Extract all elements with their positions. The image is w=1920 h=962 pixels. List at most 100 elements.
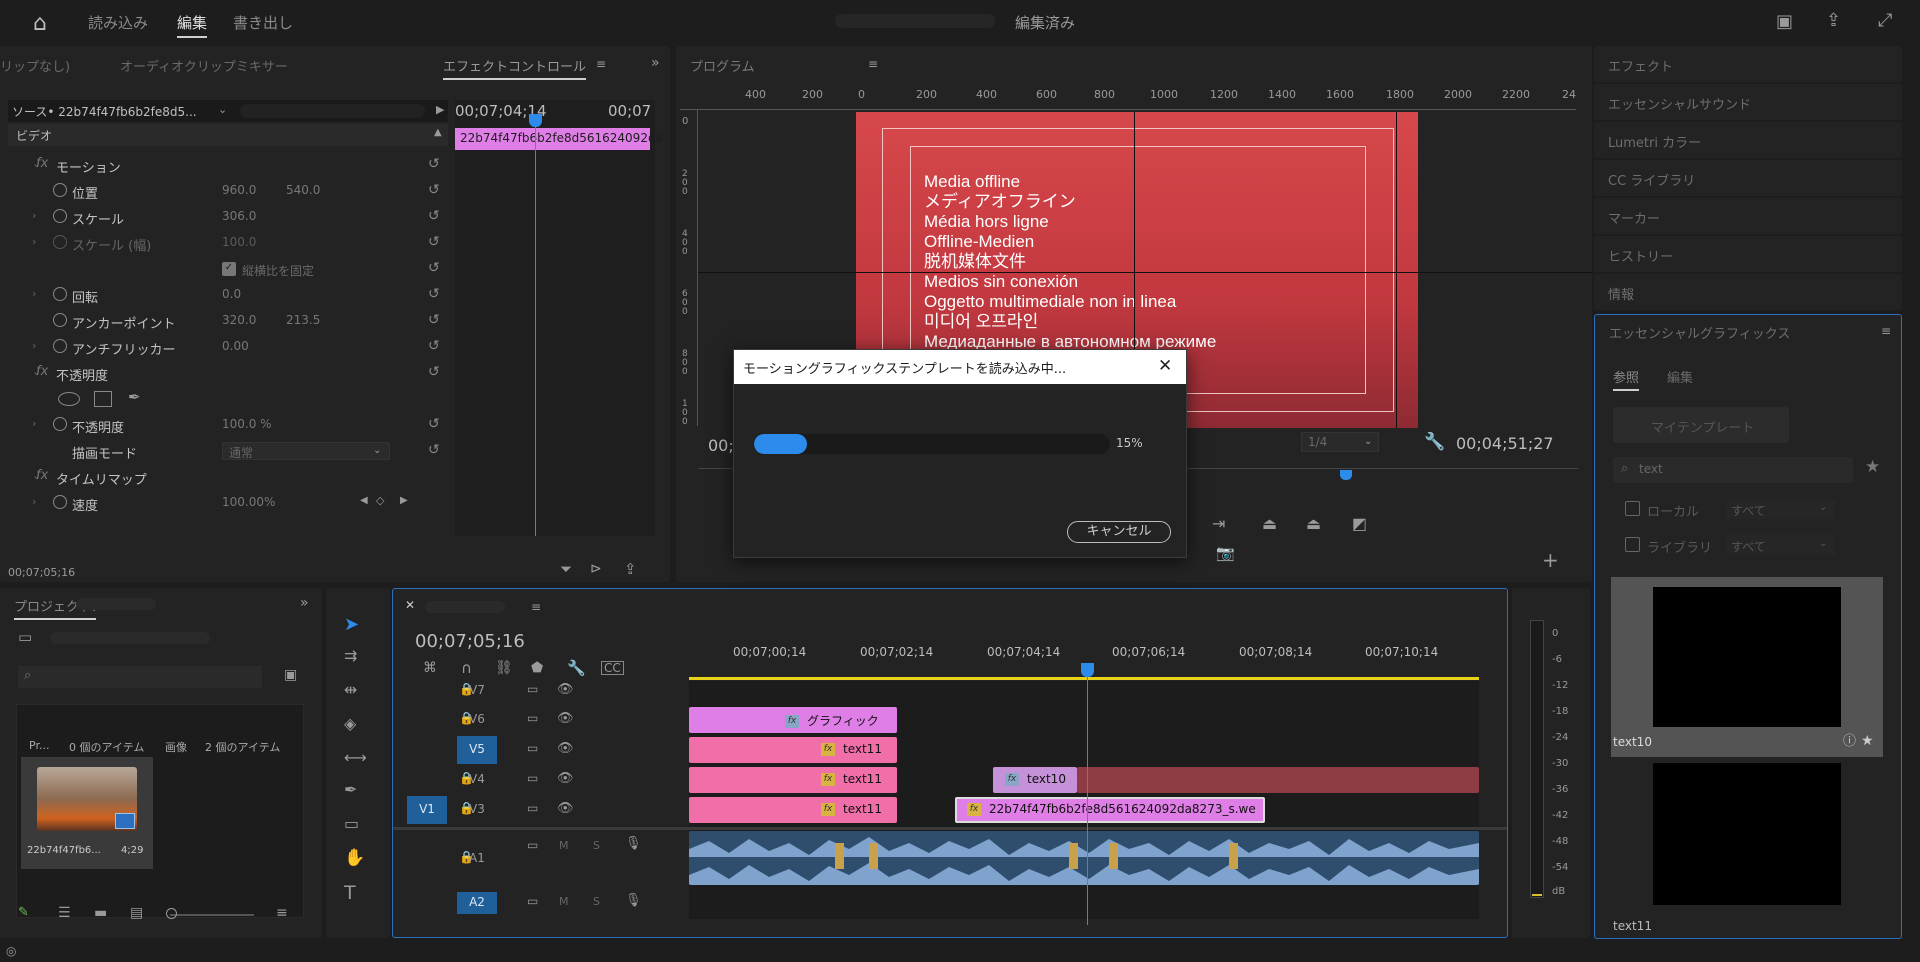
reset-icon[interactable]: ↺	[428, 416, 440, 432]
timeline-playhead-handle[interactable]	[1081, 663, 1094, 677]
speed-value[interactable]: 100.00%	[222, 495, 275, 509]
stopwatch-icon[interactable]	[53, 417, 67, 431]
solo-button[interactable]: S	[593, 839, 600, 852]
sync-icon[interactable]: ▭	[527, 742, 538, 754]
local-checkbox[interactable]	[1625, 501, 1640, 516]
local-filter-select[interactable]: すべて ⌄	[1727, 499, 1835, 519]
sync-icon[interactable]: ▭	[527, 772, 538, 784]
eye-icon[interactable]: 👁	[557, 712, 574, 725]
work-area-bar[interactable]	[689, 677, 1479, 680]
scrub-playhead[interactable]	[1340, 470, 1352, 480]
ruler-guide[interactable]	[1396, 112, 1397, 428]
ellipse-mask-icon[interactable]	[58, 392, 80, 406]
clip-text11[interactable]: fx text11	[689, 797, 897, 823]
anchor-y-value[interactable]: 213.5	[286, 313, 320, 327]
solo-button[interactable]: S	[593, 895, 600, 908]
razor-tool-icon[interactable]: ◈	[344, 716, 356, 732]
source-bar[interactable]: ソース• 22b74f47fb6b2fe8d5... ⌄ ▶	[8, 100, 448, 122]
panel-item-markers[interactable]: マーカー	[1594, 198, 1902, 234]
timeline-timecode[interactable]: 00;07;05;16	[415, 631, 525, 652]
chevron-down-icon[interactable]: ⌄	[218, 104, 227, 115]
star-icon[interactable]: ★	[1861, 734, 1874, 748]
eye-icon[interactable]: 👁	[557, 683, 574, 696]
panel-item-history[interactable]: ヒストリー	[1594, 236, 1902, 272]
play-clip-icon[interactable]: ▶	[436, 104, 444, 115]
sync-icon[interactable]: ▭	[527, 683, 538, 695]
timeline-settings-icon[interactable]: 🔧	[567, 661, 586, 676]
project-bin-area[interactable]: Pr... 0 個のアイテム 画像 2 個のアイテム 22b74f47fb6..…	[16, 704, 304, 918]
wrench-icon[interactable]: 🔧	[1424, 434, 1445, 451]
stopwatch-icon[interactable]	[53, 495, 67, 509]
cancel-button[interactable]: キャンセル	[1067, 521, 1171, 543]
clip-text10[interactable]: fx text10	[993, 767, 1077, 793]
reset-icon[interactable]: ↺	[428, 338, 440, 354]
transition-marker[interactable]	[1229, 843, 1238, 869]
feedback-icon[interactable]: ▣	[1776, 13, 1793, 31]
transition-marker[interactable]	[869, 843, 878, 869]
twirl-icon[interactable]: ›	[32, 339, 36, 352]
thumbnail-size-slider[interactable]	[170, 914, 254, 916]
stopwatch-icon[interactable]	[53, 339, 67, 353]
ripple-edit-tool-icon[interactable]: ⇹	[344, 682, 357, 698]
linked-selection-icon[interactable]: ⛓	[495, 661, 513, 675]
blend-select[interactable]: 通常 ⌄	[222, 442, 390, 460]
eye-icon[interactable]: 👁	[557, 742, 574, 755]
panel-item-cc-libraries[interactable]: CC ライブラリ	[1594, 160, 1902, 196]
panel-item-effects[interactable]: エフェクト	[1594, 46, 1902, 82]
anchor-x-value[interactable]: 320.0	[222, 313, 256, 327]
track-label[interactable]: V6	[469, 712, 485, 726]
prev-keyframe-icon[interactable]: ◀	[360, 496, 368, 506]
eye-icon[interactable]: 👁	[557, 772, 574, 785]
new-search-bin-icon[interactable]: ▣	[284, 668, 297, 682]
add-marker-icon[interactable]: ⬟	[531, 661, 543, 675]
panel-item-lumetri[interactable]: Lumetri カラー	[1594, 122, 1902, 158]
expand-panels-icon[interactable]: »	[300, 596, 309, 610]
stopwatch-icon[interactable]	[53, 209, 67, 223]
tab-export[interactable]: 書き出し	[233, 12, 293, 33]
compare-icon[interactable]: ◩	[1352, 516, 1367, 532]
panel-menu-icon[interactable]: ≡	[531, 601, 541, 613]
tab-audio-clip-mixer[interactable]: オーディオクリップミキサー	[120, 56, 288, 75]
panel-item-info[interactable]: 情報	[1594, 274, 1902, 310]
fullscreen-icon[interactable]: ⤢	[1878, 12, 1892, 30]
rectangle-tool-icon[interactable]: ▭	[344, 816, 359, 832]
type-tool-icon[interactable]: T	[344, 884, 356, 903]
v1-source-patch[interactable]: V1	[407, 796, 447, 824]
twirl-icon[interactable]: ›	[32, 235, 36, 248]
twirl-icon[interactable]: ›	[32, 495, 36, 508]
scale-row[interactable]: › スケール 306.0 ↺	[10, 204, 450, 230]
ec-playhead-handle[interactable]	[529, 114, 542, 127]
hand-tool-icon[interactable]: ✋	[344, 850, 365, 867]
sync-icon[interactable]: ▭	[527, 839, 538, 851]
export-frame-icon[interactable]: ⇪	[624, 562, 637, 577]
reset-icon[interactable]: ↺	[428, 260, 440, 276]
reset-icon[interactable]: ↺	[428, 234, 440, 250]
transition-marker[interactable]	[835, 843, 844, 869]
stopwatch-icon[interactable]	[53, 313, 67, 327]
slider-handle[interactable]	[166, 908, 177, 919]
stopwatch-icon[interactable]	[53, 287, 67, 301]
mute-button[interactable]: M	[559, 895, 569, 908]
panel-menu-icon[interactable]: ≡	[1881, 325, 1891, 337]
twirl-icon[interactable]: ›	[32, 209, 36, 222]
position-row[interactable]: 位置 960.0 540.0 ↺	[10, 178, 450, 204]
pen-tool-icon[interactable]: ✒	[344, 782, 357, 798]
selection-tool-icon[interactable]: ➤	[344, 616, 359, 634]
antiflicker-value[interactable]: 0.00	[222, 339, 249, 353]
sort-icon[interactable]: ≡	[276, 906, 288, 920]
add-keyframe-icon[interactable]: ◇	[376, 495, 384, 506]
clip-text11[interactable]: fx text11	[689, 737, 897, 763]
transition-marker[interactable]	[1069, 843, 1078, 869]
track-label[interactable]: A1	[469, 851, 485, 865]
panel-menu-icon[interactable]: ≡	[596, 58, 606, 70]
antiflicker-row[interactable]: › アンチフリッカー 0.00 ↺	[10, 334, 450, 360]
tab-import[interactable]: 読み込み	[88, 12, 148, 33]
audio-clip[interactable]	[689, 831, 1479, 885]
share-icon[interactable]: ⇪	[1826, 12, 1841, 30]
reset-icon[interactable]: ↺	[428, 312, 440, 328]
microphone-icon[interactable]: 🎙	[625, 894, 642, 907]
clip-text10-offline[interactable]	[1077, 767, 1479, 793]
track-label[interactable]: A2	[457, 892, 497, 914]
next-keyframe-icon[interactable]: ▶	[400, 496, 408, 506]
twirl-icon[interactable]: ›	[32, 417, 36, 430]
